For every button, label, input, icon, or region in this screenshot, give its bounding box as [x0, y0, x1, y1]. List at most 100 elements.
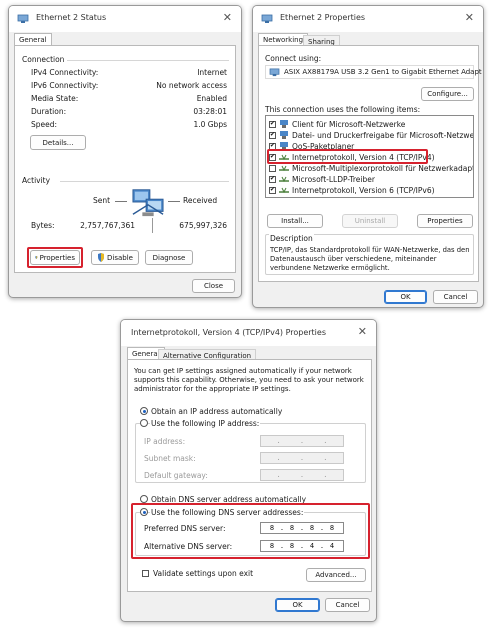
list-item[interactable]: Microsoft-LLDP-Treiber [269, 174, 375, 184]
ok-button[interactable]: OK [384, 290, 427, 304]
use-following-dns-radio[interactable] [140, 508, 148, 516]
preferred-dns-octet-4: 8 [329, 524, 335, 532]
cancel-button[interactable]: Cancel [325, 598, 370, 612]
alternative-dns-label: Alternative DNS server: [144, 542, 233, 551]
sent-label: Sent [93, 196, 111, 205]
media-state-label: Media State: [31, 94, 79, 103]
network-adapter-icon [269, 68, 280, 77]
item-checkbox[interactable] [269, 175, 276, 183]
speed-label: Speed: [31, 120, 58, 129]
diagnose-button[interactable]: Diagnose [145, 250, 193, 265]
activity-divider [60, 181, 229, 182]
disable-button[interactable]: Disable [91, 250, 139, 265]
use-following-dns-label: Use the following DNS server addresses: [150, 508, 305, 517]
ok-button[interactable]: OK [275, 598, 320, 612]
default-gateway-label: Default gateway: [144, 471, 208, 480]
protocol-icon [279, 176, 289, 183]
item-checkbox[interactable] [269, 131, 276, 139]
network-client-icon [280, 131, 288, 139]
ipv4-titlebar[interactable]: Internetprotokoll, Version 4 (TCP/IPv4) … [121, 320, 376, 346]
uninstall-button[interactable]: Uninstall [342, 214, 398, 228]
duration-value: 03:28:01 [193, 107, 227, 116]
protocol-icon [279, 165, 289, 172]
preferred-dns-octet-3: 8 [309, 524, 315, 532]
use-following-ip-label: Use the following IP address: [150, 419, 261, 428]
subnet-mask-field[interactable]: ... [260, 452, 344, 464]
intro-text: You can get IP settings assigned automat… [134, 367, 364, 393]
status-titlebar[interactable]: Ethernet 2 Status ✕ [9, 6, 241, 32]
install-button[interactable]: Install... [267, 214, 323, 228]
advanced-button[interactable]: Advanced... [306, 568, 366, 582]
preferred-dns-label: Preferred DNS server: [144, 524, 226, 533]
description-heading: Description [269, 234, 314, 243]
item-checkbox[interactable] [269, 186, 276, 194]
connection-divider [67, 60, 229, 61]
item-label: Client für Microsoft-Netzwerke [292, 119, 406, 129]
subnet-mask-label: Subnet mask: [144, 454, 196, 463]
adapter-field: ASIX AX88179A USB 3.2 Gen1 to Gigabit Et… [265, 65, 482, 79]
speed-value: 1.0 Gbps [193, 120, 227, 129]
obtain-dns-auto-label: Obtain DNS server address automatically [151, 495, 307, 504]
item-checkbox[interactable] [269, 120, 276, 128]
properties-button[interactable]: Properties [30, 250, 80, 265]
properties-titlebar[interactable]: Ethernet 2 Properties ✕ [253, 6, 483, 32]
preferred-dns-field[interactable]: 8. 8. 8. 8 [260, 522, 344, 534]
validate-settings-checkbox[interactable] [142, 570, 149, 577]
item-checkbox[interactable] [269, 153, 276, 161]
protocol-icon [279, 187, 289, 194]
item-checkbox[interactable] [269, 142, 276, 150]
ip-address-field[interactable]: ... [260, 435, 344, 447]
use-following-ip-radio[interactable] [140, 419, 148, 427]
list-item[interactable]: Client für Microsoft-Netzwerke [269, 119, 405, 129]
item-label: Microsoft-Multiplexorprotokoll für Netzw… [292, 163, 474, 173]
list-item[interactable]: Internetprotokoll, Version 4 (TCP/IPv4) [269, 152, 435, 162]
bytes-label: Bytes: [31, 221, 55, 230]
ethernet-properties-window: Ethernet 2 Properties ✕ Networking Shari… [252, 5, 484, 308]
bytes-divider [152, 218, 153, 233]
bytes-received-value: 675,997,326 [179, 221, 227, 230]
list-item[interactable]: Datei- und Druckerfreigabe für Microsoft… [269, 130, 474, 140]
alternative-dns-field[interactable]: 8. 8. 4. 4 [260, 540, 344, 552]
ip-address-label: IP address: [144, 437, 186, 446]
item-label: Internetprotokoll, Version 6 (TCP/IPv6) [292, 185, 435, 195]
items-list[interactable]: Client für Microsoft-Netzwerke Datei- un… [265, 115, 474, 198]
ipv6-connectivity-value: No network access [156, 81, 227, 90]
item-label: Datei- und Druckerfreigabe für Microsoft… [292, 130, 474, 140]
alternative-dns-octet-3: 4 [309, 542, 315, 550]
list-item[interactable]: Microsoft-Multiplexorprotokoll für Netzw… [269, 163, 474, 173]
list-item[interactable]: QoS-Paketplaner [269, 141, 354, 151]
items-label: This connection uses the following items… [265, 105, 421, 114]
bytes-sent-value: 2,757,767,361 [80, 221, 135, 230]
media-state-value: Enabled [196, 94, 227, 103]
close-button[interactable]: Close [192, 279, 235, 293]
item-label: QoS-Paketplaner [292, 141, 355, 151]
item-properties-button[interactable]: Properties [417, 214, 473, 228]
close-icon[interactable]: ✕ [465, 12, 474, 24]
cancel-button[interactable]: Cancel [433, 290, 478, 304]
connection-heading: Connection [22, 55, 65, 64]
description-text: TCP/IP, das Standardprotokoll für WAN-Ne… [270, 246, 470, 272]
network-computers-icon [132, 189, 164, 217]
configure-button[interactable]: Configure... [421, 87, 474, 101]
status-panel: Connection IPv4 Connectivity: Internet I… [14, 45, 236, 273]
activity-heading: Activity [22, 176, 51, 185]
sent-line [115, 201, 127, 202]
default-gateway-field[interactable]: ... [260, 469, 344, 481]
item-label: Internetprotokoll, Version 4 (TCP/IPv4) [292, 152, 435, 162]
ipv4-window-title: Internetprotokoll, Version 4 (TCP/IPv4) … [131, 328, 326, 337]
status-window-title: Ethernet 2 Status [36, 13, 107, 22]
close-icon[interactable]: ✕ [223, 12, 232, 24]
ipv4-connectivity-label: IPv4 Connectivity: [31, 68, 99, 77]
networking-panel: Connect using: ASIX AX88179A USB 3.2 Gen… [258, 45, 482, 282]
close-icon[interactable]: ✕ [358, 326, 367, 338]
alternative-dns-octet-1: 8 [269, 542, 275, 550]
ipv4-connectivity-value: Internet [197, 68, 227, 77]
item-checkbox[interactable] [269, 164, 276, 172]
adapter-name: ASIX AX88179A USB 3.2 Gen1 to Gigabit Et… [284, 68, 482, 76]
obtain-dns-auto-radio[interactable] [140, 495, 148, 503]
preferred-dns-octet-1: 8 [269, 524, 275, 532]
details-button[interactable]: Details... [30, 135, 86, 150]
disable-button-label: Disable [107, 253, 133, 262]
obtain-ip-auto-radio[interactable] [140, 407, 148, 415]
list-item[interactable]: Internetprotokoll, Version 6 (TCP/IPv6) [269, 185, 435, 195]
